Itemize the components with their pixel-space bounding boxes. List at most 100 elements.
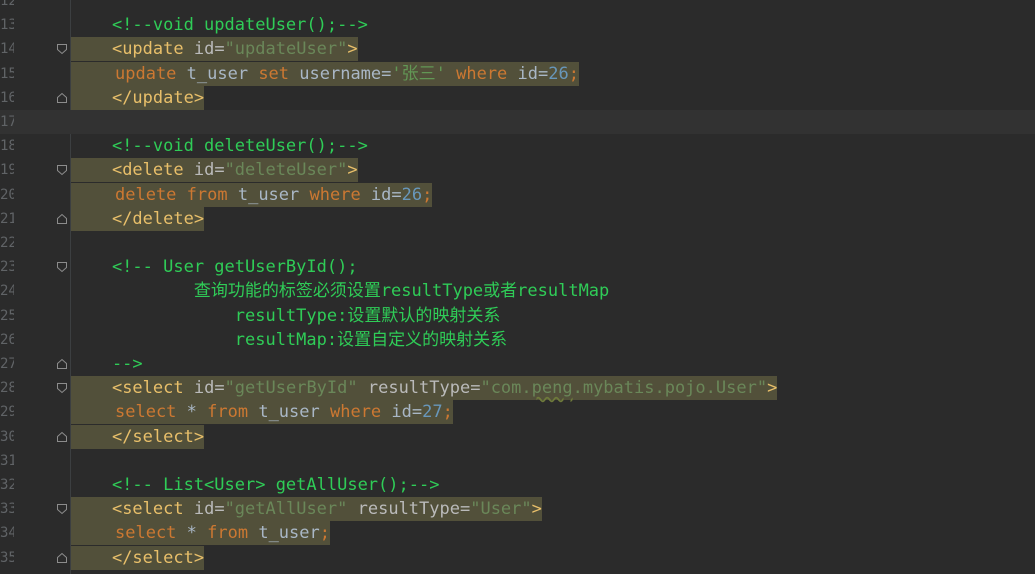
line-number: 13 bbox=[0, 17, 14, 34]
code-text[interactable]: <!--void deleteUser();--> bbox=[71, 134, 368, 158]
code-line[interactable]: 23 <!-- User getUserById(); bbox=[0, 255, 1035, 279]
code-line[interactable]: 29 select * from t_user where id=27; bbox=[0, 400, 1035, 425]
code-text[interactable]: <select id="getAllUser" resultType="User… bbox=[71, 497, 542, 522]
line-number: 22 bbox=[0, 235, 14, 251]
line-number: 14 bbox=[0, 41, 14, 58]
code-line[interactable]: 17 bbox=[0, 110, 1035, 134]
fold-close-icon[interactable] bbox=[56, 92, 68, 104]
code-token: </delete> bbox=[111, 208, 205, 229]
code-token: <!--void deleteUser();--> bbox=[71, 136, 368, 157]
code-token: > bbox=[347, 160, 358, 181]
fold-close-icon[interactable] bbox=[56, 358, 68, 370]
code-line[interactable]: 20 delete from t_user where id=26; bbox=[0, 182, 1035, 207]
code-line[interactable]: 32 <!-- List<User> getAllUser();--> bbox=[0, 473, 1035, 497]
code-text[interactable]: <!--void updateUser();--> bbox=[71, 13, 368, 37]
fold-close-icon[interactable] bbox=[56, 431, 68, 443]
code-token: select bbox=[115, 402, 187, 423]
fold-close-icon[interactable] bbox=[56, 552, 68, 564]
code-line[interactable]: 34 select * from t_user; bbox=[0, 521, 1035, 546]
code-text[interactable]: <!-- List<User> getAllUser();--> bbox=[71, 473, 440, 497]
code-text[interactable]: </select> bbox=[71, 545, 205, 570]
line-number: 12 bbox=[0, 0, 14, 9]
code-text[interactable]: <!-- User getUserById(); bbox=[71, 255, 358, 279]
code-token: 27 bbox=[422, 402, 443, 423]
line-number: 21 bbox=[0, 210, 14, 227]
code-text[interactable]: </delete> bbox=[71, 206, 205, 231]
code-token: t_user bbox=[186, 63, 259, 84]
code-line[interactable]: 35 </select> bbox=[0, 545, 1035, 570]
code-token: from bbox=[186, 184, 238, 205]
code-token: </select> bbox=[111, 547, 205, 568]
code-token: where bbox=[309, 184, 371, 205]
code-line[interactable]: 26 resultMap:设置自定义的映射关系 bbox=[0, 328, 1035, 352]
code-text[interactable]: delete from t_user where id=26; bbox=[71, 182, 433, 207]
line-number: 27 bbox=[0, 356, 14, 372]
line-number: 32 bbox=[0, 477, 14, 493]
code-token: 26 bbox=[401, 184, 423, 205]
code-line[interactable]: 18 <!--void deleteUser();--> bbox=[0, 134, 1035, 158]
code-text[interactable]: 查询功能的标签必须设置resultType或者resultMap bbox=[71, 279, 609, 303]
code-token: <!-- List<User> getAllUser();--> bbox=[71, 475, 440, 495]
code-line[interactable]: 19 <delete id="deleteUser"> bbox=[0, 158, 1035, 183]
fold-open-icon[interactable] bbox=[56, 503, 68, 515]
code-line[interactable]: 25 resultType:设置默认的映射关系 bbox=[0, 304, 1035, 328]
code-text[interactable]: </update> bbox=[71, 85, 205, 110]
fold-open-icon[interactable] bbox=[56, 382, 68, 394]
line-number: 30 bbox=[0, 428, 14, 445]
code-line[interactable]: 28 <select id="getUserById" resultType="… bbox=[0, 376, 1035, 401]
code-line[interactable]: 31 bbox=[0, 449, 1035, 473]
code-token: ; bbox=[422, 184, 433, 205]
fold-close-icon[interactable] bbox=[56, 213, 68, 225]
code-text[interactable]: resultMap:设置自定义的映射关系 bbox=[71, 328, 507, 352]
code-text[interactable]: <delete id="deleteUser"> bbox=[71, 158, 358, 183]
code-token: resultMap:设置自定义的映射关系 bbox=[71, 329, 508, 350]
code-token: "deleteUser" bbox=[224, 160, 348, 181]
code-token: id= bbox=[193, 499, 225, 520]
code-line[interactable]: 24 查询功能的标签必须设置resultType或者resultMap bbox=[0, 279, 1035, 303]
code-text[interactable]: <update id="updateUser"> bbox=[71, 37, 358, 62]
code-token: </update> bbox=[111, 87, 205, 108]
code-token: delete bbox=[115, 184, 187, 205]
code-text[interactable]: select * from t_user; bbox=[71, 521, 330, 546]
code-line[interactable]: 22 bbox=[0, 231, 1035, 255]
code-text[interactable]: update t_user set username='张三' where id… bbox=[71, 61, 579, 86]
code-token: t_user bbox=[237, 184, 310, 205]
code-token: * bbox=[186, 523, 208, 544]
code-text[interactable]: --> bbox=[71, 352, 143, 376]
code-token: <delete bbox=[111, 160, 194, 181]
code-text[interactable]: select * from t_user where id=27; bbox=[71, 400, 453, 425]
line-number: 31 bbox=[0, 452, 14, 469]
code-token: <!-- User getUserById(); bbox=[71, 257, 358, 278]
fold-open-icon[interactable] bbox=[56, 164, 68, 176]
code-token: '张三' bbox=[391, 63, 457, 84]
code-line[interactable]: 12 bbox=[0, 0, 1035, 13]
fold-open-icon[interactable] bbox=[56, 43, 68, 55]
code-token: update bbox=[115, 63, 187, 84]
code-token: "com. bbox=[480, 378, 532, 399]
code-token: resultType= bbox=[357, 499, 471, 520]
code-line[interactable]: 33 <select id="getAllUser" resultType="U… bbox=[0, 497, 1035, 522]
code-token: from bbox=[207, 402, 259, 423]
code-token: > bbox=[767, 378, 778, 399]
code-line[interactable]: 14 <update id="updateUser"> bbox=[0, 37, 1035, 62]
code-line[interactable]: 21 </delete> bbox=[0, 206, 1035, 231]
code-token: "User" bbox=[470, 499, 532, 520]
code-line[interactable]: 27 --> bbox=[0, 352, 1035, 376]
line-number: 16 bbox=[0, 89, 14, 106]
code-line[interactable]: 16 </update> bbox=[0, 85, 1035, 110]
code-token: resultType= bbox=[367, 378, 481, 399]
code-editor[interactable]: 12 13 <!--void updateUser();--> 14 <update… bbox=[0, 0, 1035, 574]
code-line[interactable]: 30 </select> bbox=[0, 424, 1035, 449]
line-number: 33 bbox=[0, 501, 14, 518]
code-line[interactable]: 15 update t_user set username='张三' where … bbox=[0, 61, 1035, 86]
code-token: t_user bbox=[258, 523, 320, 544]
code-text[interactable]: resultType:设置默认的映射关系 bbox=[71, 304, 501, 328]
line-number: 20 bbox=[0, 186, 14, 203]
code-text[interactable]: <select id="getUserById" resultType="com… bbox=[71, 376, 778, 401]
fold-open-icon[interactable] bbox=[56, 261, 68, 273]
code-token: id= bbox=[193, 39, 225, 60]
code-text[interactable]: </select> bbox=[71, 424, 205, 449]
code-line[interactable]: 13 <!--void updateUser();--> bbox=[0, 13, 1035, 37]
